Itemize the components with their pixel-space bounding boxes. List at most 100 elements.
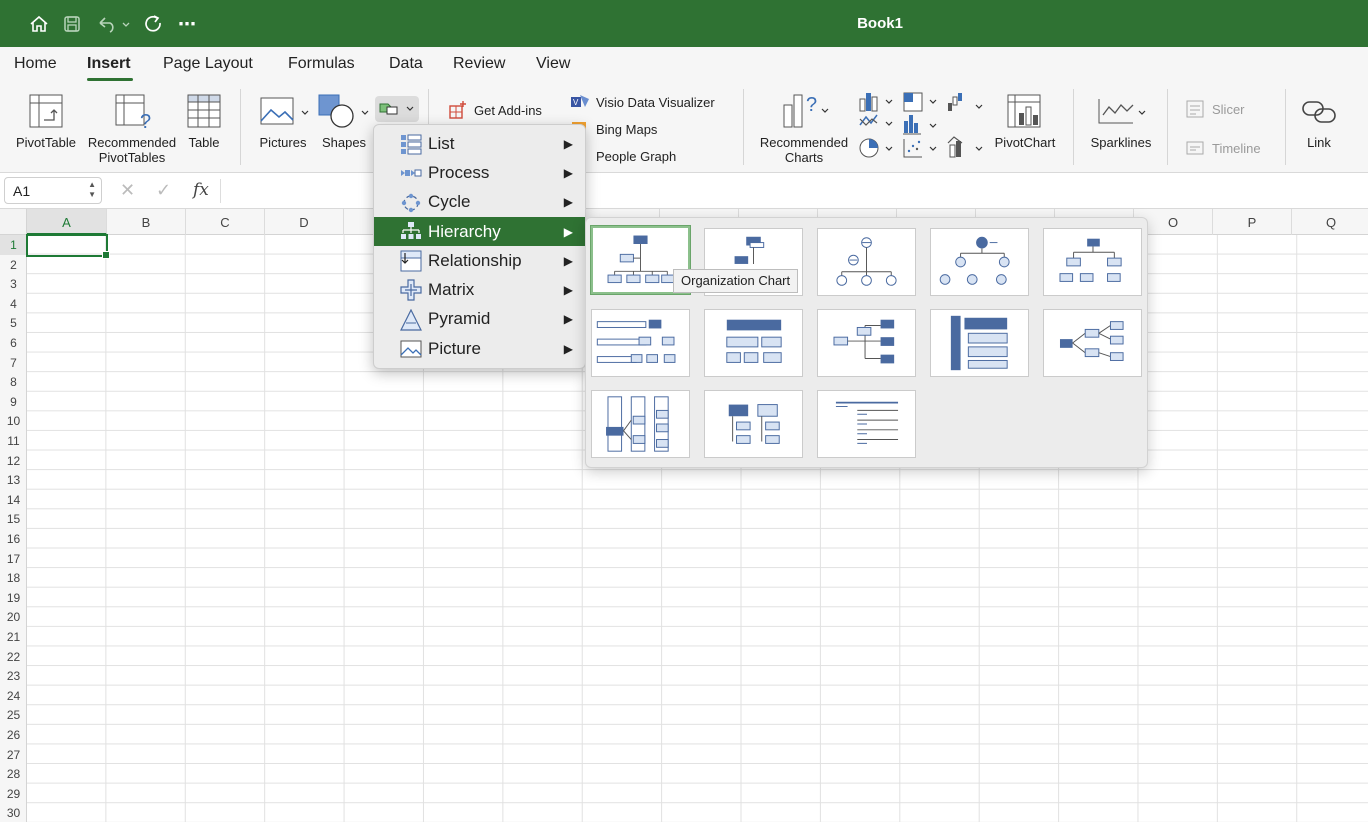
slicer-button[interactable]: Slicer bbox=[1186, 100, 1245, 118]
layout-labeled-hierarchy[interactable] bbox=[591, 309, 690, 377]
menu-item-hierarchy[interactable]: Hierarchy ▶ bbox=[374, 216, 585, 247]
undo-icon[interactable] bbox=[95, 12, 131, 36]
table-button[interactable]: Table bbox=[184, 93, 224, 150]
row-header-6[interactable]: 6 bbox=[0, 333, 27, 353]
layout-lined-list[interactable] bbox=[817, 390, 916, 458]
row-header-26[interactable]: 26 bbox=[0, 725, 27, 745]
row-header-1[interactable]: 1 bbox=[0, 235, 27, 255]
row-header-23[interactable]: 23 bbox=[0, 666, 27, 686]
row-header-16[interactable]: 16 bbox=[0, 529, 27, 549]
layout-hierarchy-list[interactable] bbox=[930, 309, 1029, 377]
menu-item-picture[interactable]: Picture ▶ bbox=[374, 334, 585, 363]
column-header-p[interactable]: P bbox=[1213, 209, 1292, 235]
combo-chart-icon[interactable] bbox=[947, 136, 983, 158]
pivottable-button[interactable]: PivotTable bbox=[10, 93, 82, 150]
recommended-charts-button[interactable]: ? Recommended Charts bbox=[756, 91, 852, 165]
tab-page-layout[interactable]: Page Layout bbox=[163, 55, 253, 73]
tab-formulas[interactable]: Formulas bbox=[288, 55, 355, 73]
redo-icon[interactable] bbox=[142, 12, 166, 36]
row-header-9[interactable]: 9 bbox=[0, 392, 27, 412]
menu-item-process[interactable]: Process ▶ bbox=[374, 158, 585, 187]
row-header-10[interactable]: 10 bbox=[0, 411, 27, 431]
smartart-button[interactable] bbox=[375, 96, 419, 122]
row-header-29[interactable]: 29 bbox=[0, 784, 27, 804]
waterfall-chart-icon[interactable] bbox=[948, 93, 983, 111]
row-header-2[interactable]: 2 bbox=[0, 255, 27, 275]
statistic-chart-icon[interactable] bbox=[903, 115, 937, 135]
column-header-q[interactable]: Q bbox=[1292, 209, 1368, 235]
row-header-27[interactable]: 27 bbox=[0, 745, 27, 765]
line-chart-icon[interactable] bbox=[859, 114, 893, 126]
active-cell[interactable] bbox=[26, 234, 110, 259]
visio-button[interactable]: V Visio Data Visualizer bbox=[570, 93, 715, 111]
tab-home[interactable]: Home bbox=[14, 55, 57, 73]
sparklines-button[interactable]: Sparklines bbox=[1086, 95, 1156, 150]
ribbon-tabs: Home Insert Page Layout Formulas Data Re… bbox=[0, 47, 1368, 83]
row-header-8[interactable]: 8 bbox=[0, 372, 27, 392]
layout-half-circle-org-chart[interactable] bbox=[817, 228, 916, 296]
tab-data[interactable]: Data bbox=[389, 55, 423, 73]
layout-tooltip: Organization Chart bbox=[673, 269, 799, 293]
tab-review[interactable]: Review bbox=[453, 55, 505, 73]
scatter-chart-icon[interactable] bbox=[903, 139, 937, 158]
layout-horizontal-org-chart[interactable] bbox=[817, 309, 916, 377]
menu-item-pyramid[interactable]: Pyramid ▶ bbox=[374, 305, 585, 334]
column-chart-icon[interactable] bbox=[859, 93, 893, 112]
row-header-25[interactable]: 25 bbox=[0, 705, 27, 725]
layout-labeled-horizontal-hierarchy[interactable] bbox=[591, 390, 690, 458]
cancel-icon[interactable]: ✕ bbox=[120, 180, 135, 201]
layout-horizontal-hierarchy[interactable] bbox=[1043, 309, 1142, 377]
row-header-20[interactable]: 20 bbox=[0, 607, 27, 627]
select-all-corner[interactable] bbox=[0, 209, 27, 235]
shapes-button[interactable]: Shapes bbox=[315, 93, 373, 150]
row-header-7[interactable]: 7 bbox=[0, 353, 27, 373]
menu-item-relationship[interactable]: Relationship ▶ bbox=[374, 246, 585, 275]
column-header-b[interactable]: B bbox=[107, 209, 186, 235]
layout-architecture-layout[interactable] bbox=[704, 390, 803, 458]
row-header-12[interactable]: 12 bbox=[0, 451, 27, 471]
recommended-pivottables-button[interactable]: ? Recommended PivotTables bbox=[84, 93, 180, 165]
menu-item-cycle[interactable]: Cycle ▶ bbox=[374, 188, 585, 217]
layout-table-hierarchy[interactable] bbox=[704, 309, 803, 377]
row-header-11[interactable]: 11 bbox=[0, 431, 27, 451]
tab-view[interactable]: View bbox=[536, 55, 570, 73]
row-header-13[interactable]: 13 bbox=[0, 470, 27, 490]
name-box[interactable]: A1 ▲ ▼ bbox=[4, 177, 102, 204]
column-header-c[interactable]: C bbox=[186, 209, 265, 235]
row-header-28[interactable]: 28 bbox=[0, 764, 27, 784]
pivotchart-icon bbox=[1007, 94, 1041, 128]
row-header-5[interactable]: 5 bbox=[0, 313, 27, 333]
enter-icon[interactable]: ✓ bbox=[156, 180, 171, 201]
row-header-14[interactable]: 14 bbox=[0, 490, 27, 510]
row-header-3[interactable]: 3 bbox=[0, 274, 27, 294]
pie-chart-icon[interactable] bbox=[859, 138, 893, 158]
column-header-a[interactable]: A bbox=[27, 209, 107, 235]
row-header-22[interactable]: 22 bbox=[0, 647, 27, 667]
recommended-charts-icon: ? bbox=[783, 94, 829, 128]
menu-item-list[interactable]: List ▶ bbox=[374, 129, 585, 158]
insert-function-button[interactable]: fx bbox=[193, 180, 209, 200]
save-icon[interactable] bbox=[60, 12, 84, 36]
row-header-24[interactable]: 24 bbox=[0, 686, 27, 706]
row-header-18[interactable]: 18 bbox=[0, 568, 27, 588]
hierarchy-chart-icon[interactable] bbox=[903, 92, 937, 112]
row-header-19[interactable]: 19 bbox=[0, 588, 27, 608]
name-box-stepper-icon[interactable]: ▲ ▼ bbox=[88, 180, 96, 200]
row-header-17[interactable]: 17 bbox=[0, 549, 27, 569]
pictures-button[interactable]: Pictures bbox=[252, 95, 314, 150]
layout-hierarchy[interactable] bbox=[1043, 228, 1142, 296]
row-header-15[interactable]: 15 bbox=[0, 509, 27, 529]
row-header-21[interactable]: 21 bbox=[0, 627, 27, 647]
row-header-30[interactable]: 30 bbox=[0, 803, 27, 822]
home-icon[interactable] bbox=[27, 12, 51, 36]
timeline-button[interactable]: Timeline bbox=[1186, 139, 1261, 157]
more-icon[interactable]: ⋯ bbox=[175, 12, 199, 36]
get-addins-button[interactable]: Get Add-ins bbox=[448, 100, 542, 120]
link-button[interactable]: Link bbox=[1297, 95, 1341, 150]
pivotchart-button[interactable]: PivotChart bbox=[990, 93, 1060, 150]
column-header-d[interactable]: D bbox=[265, 209, 344, 235]
layout-circle-picture-hierarchy[interactable] bbox=[930, 228, 1029, 296]
tab-insert[interactable]: Insert bbox=[87, 55, 131, 73]
menu-item-matrix[interactable]: Matrix ▶ bbox=[374, 275, 585, 304]
row-header-4[interactable]: 4 bbox=[0, 294, 27, 314]
